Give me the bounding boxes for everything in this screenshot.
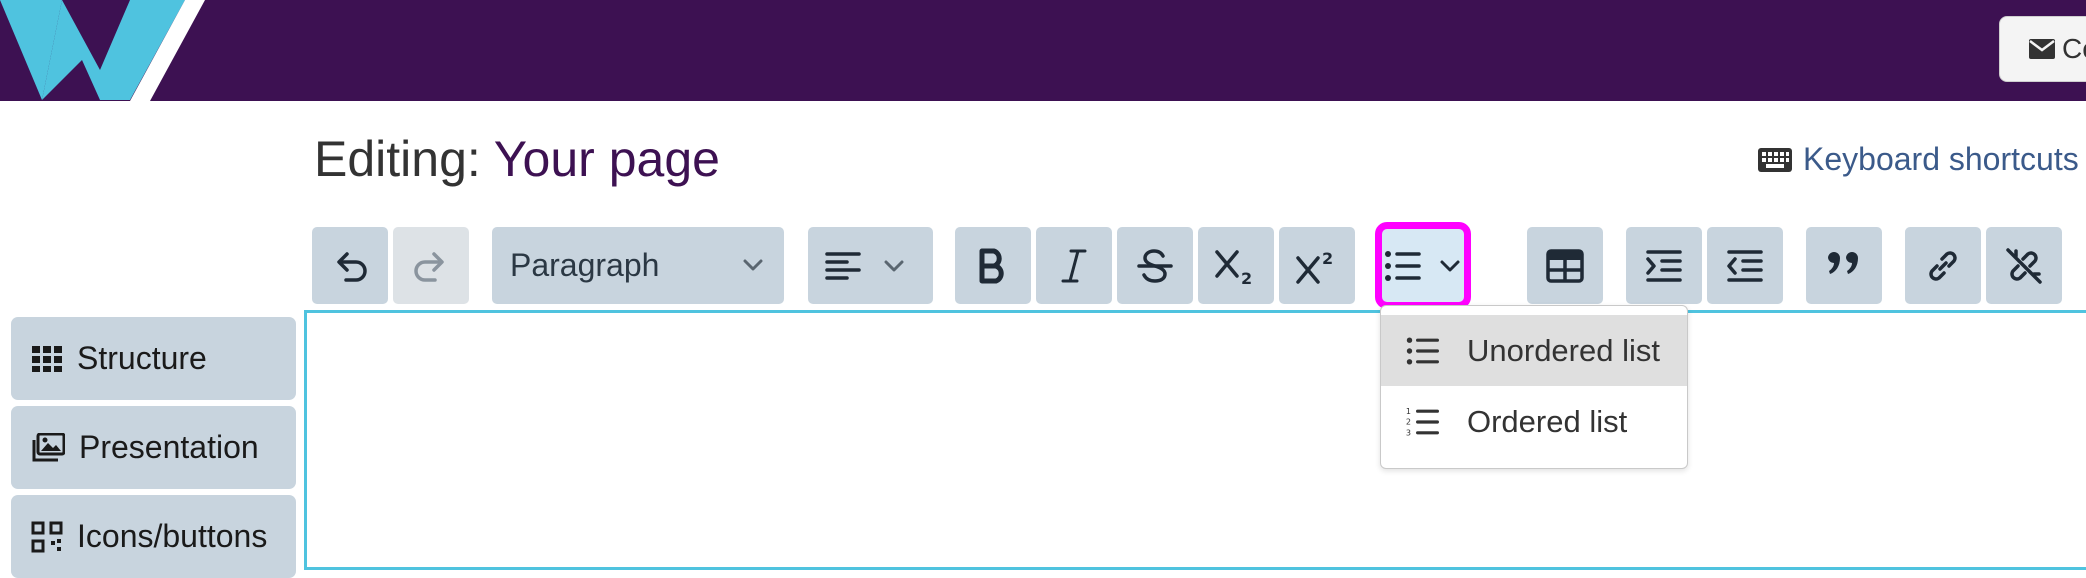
insert-link-button[interactable] <box>1905 227 1981 304</box>
indent-button[interactable] <box>1626 227 1702 304</box>
unordered-list-icon <box>1406 337 1439 364</box>
blockquote-button[interactable] <box>1806 227 1882 304</box>
page-title-prefix: Editing: <box>314 131 481 187</box>
superscript-icon: 2 <box>1296 249 1333 284</box>
unlink-icon <box>2006 247 2042 284</box>
quote-icon <box>1828 251 1858 274</box>
keyboard-icon <box>1758 147 1792 172</box>
undo-icon <box>337 251 367 282</box>
menu-item-unordered-list[interactable]: Unordered list <box>1381 315 1687 386</box>
unordered-list-icon <box>1385 250 1421 281</box>
top-header-bar: Co <box>0 0 2086 101</box>
sidebar-item-presentation[interactable]: Presentation <box>11 406 296 489</box>
bold-button[interactable] <box>955 227 1031 304</box>
keyboard-shortcuts-label: Keyboard shortcuts <box>1803 141 2079 177</box>
block-format-value: Paragraph <box>510 247 660 283</box>
menu-item-label: Ordered list <box>1467 403 1628 439</box>
menu-item-label: Unordered list <box>1467 332 1660 368</box>
remove-link-button[interactable] <box>1986 227 2062 304</box>
svg-text:3: 3 <box>1406 427 1411 437</box>
redo-icon <box>414 251 444 282</box>
italic-button[interactable] <box>1036 227 1112 304</box>
svg-text:1: 1 <box>1406 405 1411 415</box>
strikethrough-button[interactable] <box>1117 227 1193 304</box>
sidebar-item-structure[interactable]: Structure <box>11 317 296 400</box>
undo-button[interactable] <box>312 227 388 304</box>
contact-button[interactable]: Co <box>1999 16 2086 82</box>
images-icon <box>32 432 65 461</box>
subscript-button[interactable]: 2 <box>1198 227 1274 304</box>
menu-item-ordered-list[interactable]: 123 Ordered list <box>1381 386 1687 457</box>
outdent-button[interactable] <box>1707 227 1783 304</box>
contact-button-label: Co <box>2062 33 2086 64</box>
table-button[interactable] <box>1527 227 1603 304</box>
svg-text:2: 2 <box>1241 269 1252 286</box>
list-dropdown-menu: Unordered list 123 Ordered list <box>1380 305 1688 469</box>
table-icon <box>1546 248 1584 283</box>
editor-content-area[interactable] <box>304 310 2086 570</box>
link-icon <box>1929 250 1957 281</box>
page-title-name: Your page <box>493 131 720 187</box>
indent-icon <box>1646 249 1682 282</box>
site-logo[interactable] <box>0 0 210 101</box>
strikethrough-icon <box>1137 248 1173 283</box>
grid-icon <box>32 345 62 372</box>
align-left-icon <box>825 251 861 280</box>
italic-icon <box>1061 249 1087 282</box>
chevron-down-icon <box>1440 260 1460 271</box>
keyboard-shortcuts-link[interactable]: Keyboard shortcuts <box>1757 141 2079 178</box>
sidebar-item-label: Presentation <box>79 429 259 465</box>
outdent-icon <box>1727 249 1763 282</box>
qr-code-icon <box>31 521 63 552</box>
envelope-icon <box>2029 39 2055 59</box>
chevron-down-icon <box>743 259 763 271</box>
superscript-button[interactable]: 2 <box>1279 227 1355 304</box>
align-select[interactable] <box>808 227 933 304</box>
page-title: Editing: Your page <box>314 130 720 188</box>
ordered-list-icon: 123 <box>1406 405 1439 437</box>
sidebar-item-icons-buttons[interactable]: Icons/buttons <box>11 495 296 578</box>
sidebar-item-label: Icons/buttons <box>77 518 268 554</box>
bold-icon <box>979 248 1004 283</box>
svg-text:2: 2 <box>1406 416 1411 426</box>
svg-text:2: 2 <box>1322 249 1333 268</box>
subscript-icon: 2 <box>1215 249 1252 286</box>
chevron-down-icon <box>884 260 904 271</box>
list-dropdown-button[interactable] <box>1375 222 1471 309</box>
sidebar-item-label: Structure <box>77 340 207 376</box>
redo-button[interactable] <box>393 227 469 304</box>
block-format-select[interactable]: Paragraph <box>492 227 784 304</box>
